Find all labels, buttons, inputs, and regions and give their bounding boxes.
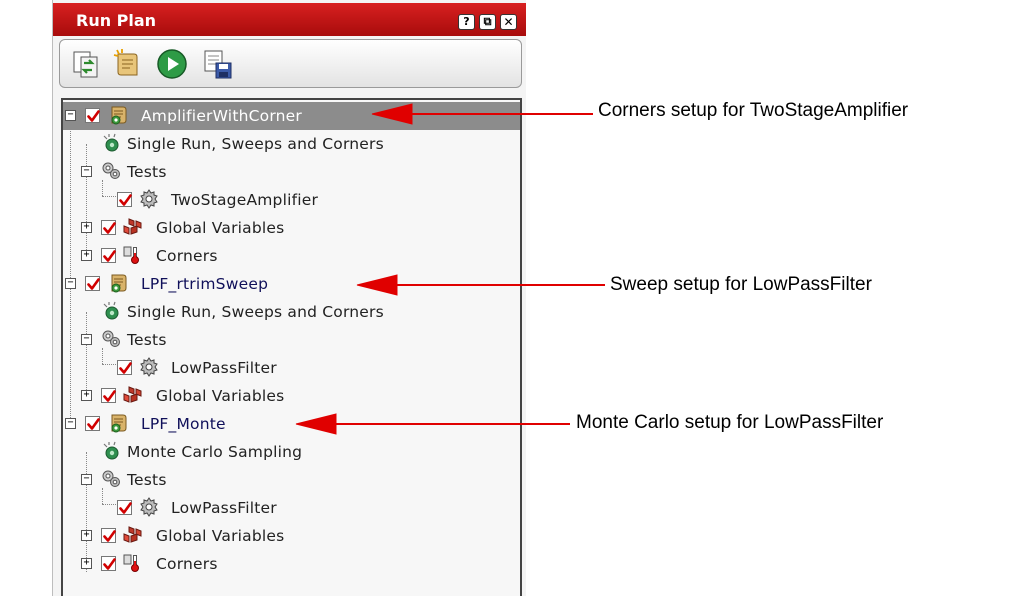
annotation-monte: Monte Carlo setup for LowPassFilter <box>576 412 884 433</box>
annotation-corners: Corners setup for TwoStageAmplifier <box>598 100 909 121</box>
arrowhead-sweep <box>356 274 398 296</box>
annotation-sweep: Sweep setup for LowPassFilter <box>610 274 872 295</box>
arrowhead-monte <box>295 413 337 435</box>
arrowhead-corners <box>371 103 413 125</box>
annotation-arrows <box>295 103 605 435</box>
